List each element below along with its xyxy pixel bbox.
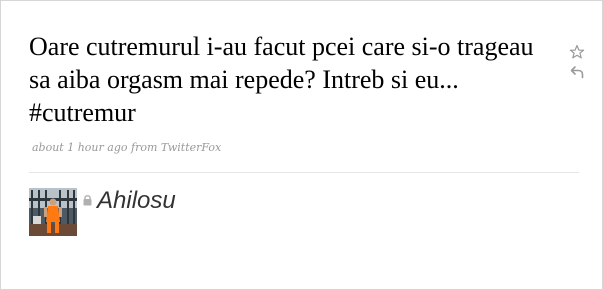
tweet-card: Oare cutremurul i-au facut pcei care si-…: [0, 0, 603, 290]
source-prefix: from: [131, 141, 158, 154]
reply-arrow-icon[interactable]: [569, 63, 585, 81]
tweet-meta: about 1 hour ago from TwitterFox: [32, 141, 221, 154]
avatar[interactable]: [29, 188, 77, 236]
username-link[interactable]: Ahilosu: [97, 187, 176, 215]
divider: [29, 172, 579, 173]
lock-icon: [83, 195, 92, 206]
source-link[interactable]: TwitterFox: [161, 141, 221, 154]
tweet-actions: [569, 43, 587, 83]
tweet-text: Oare cutremurul i-au facut pcei care si-…: [29, 30, 549, 129]
tweet-body-text: Oare cutremurul i-au facut pcei care si-…: [29, 32, 534, 94]
timestamp-link[interactable]: about 1 hour ago: [32, 141, 128, 154]
hashtag-link[interactable]: #cutremur: [29, 98, 136, 127]
star-outline-icon[interactable]: [569, 43, 585, 61]
